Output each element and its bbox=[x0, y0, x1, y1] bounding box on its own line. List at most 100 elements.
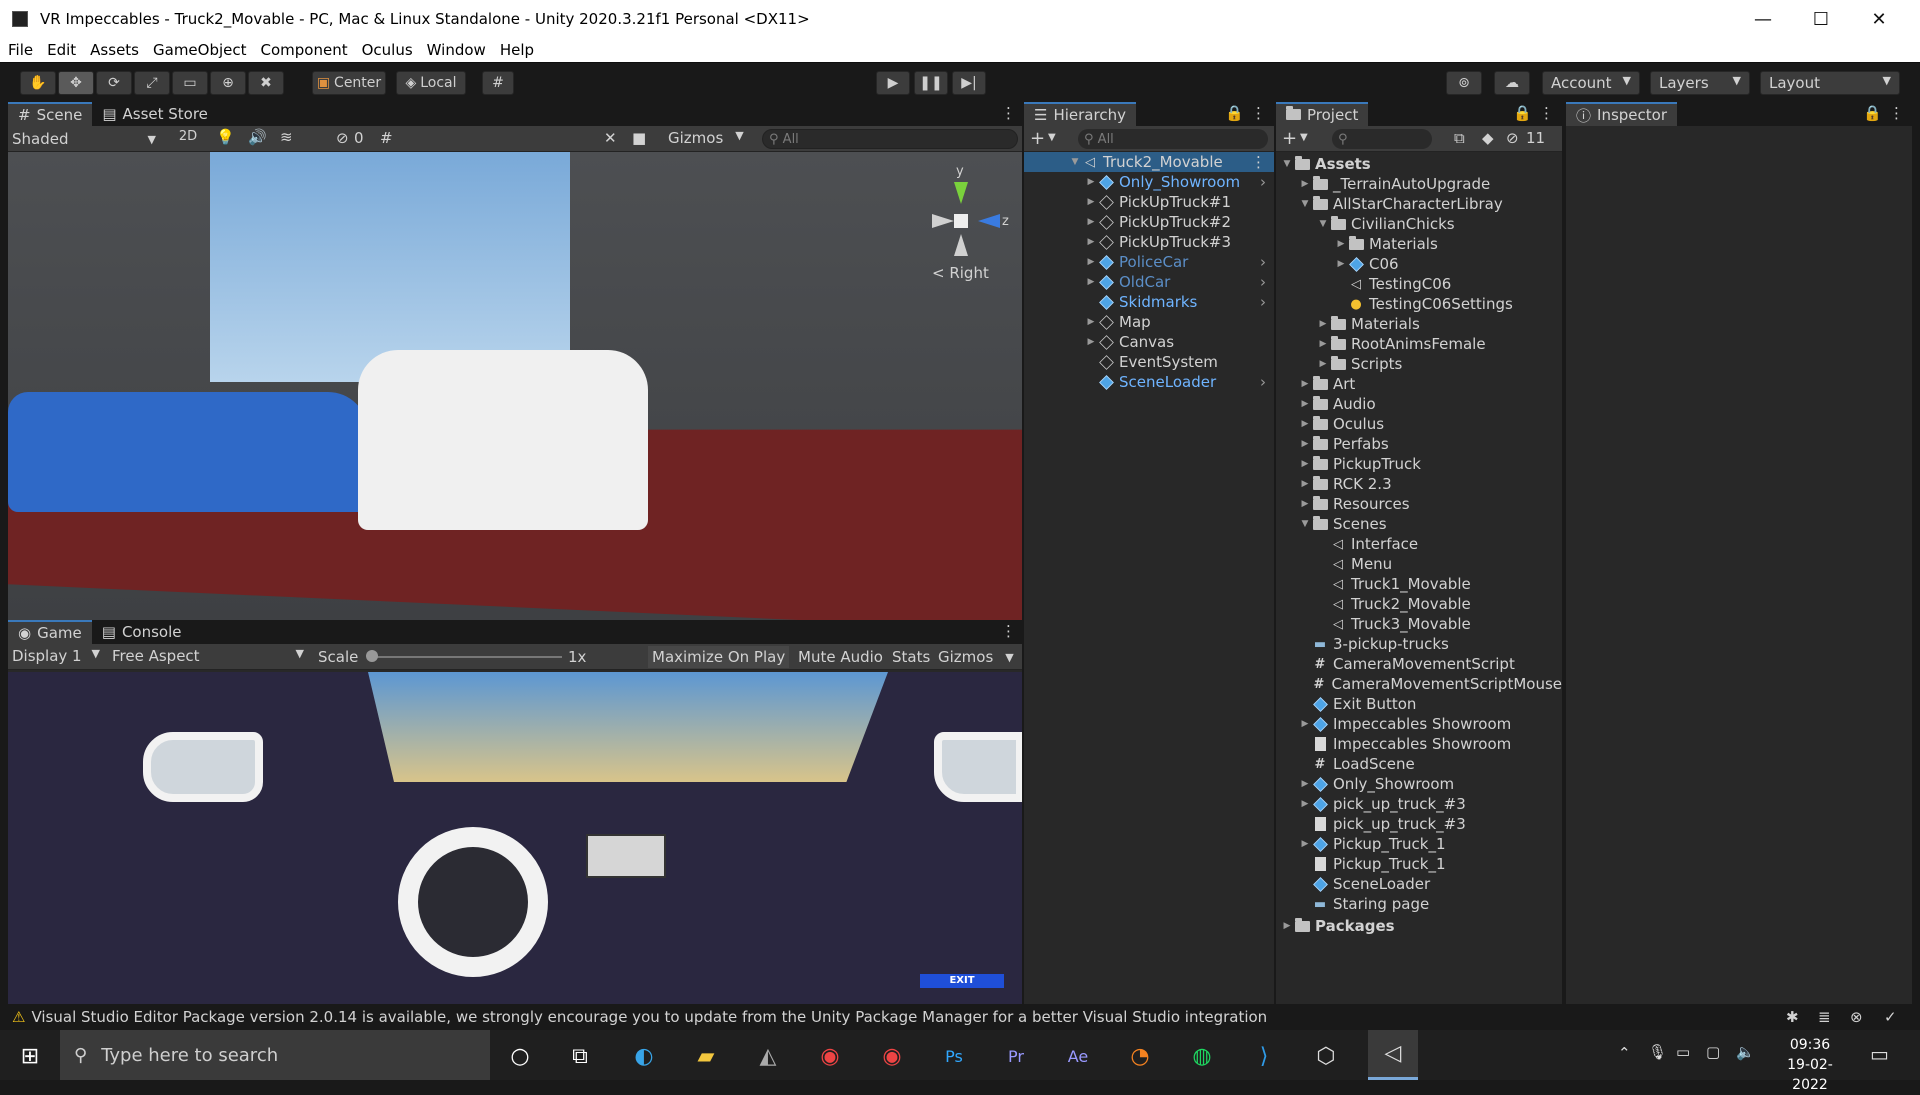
project-item[interactable]: ▶ Oculus bbox=[1276, 414, 1562, 434]
hierarchy-item[interactable]: ▶ PoliceCar › bbox=[1024, 252, 1274, 272]
project-item[interactable]: ▶ RootAnimsFemale bbox=[1276, 334, 1562, 354]
more-icon[interactable]: ⋮ bbox=[1251, 153, 1266, 171]
maximize-button[interactable]: ☐ bbox=[1792, 0, 1850, 38]
orientation-gizmo[interactable]: y z < Right bbox=[928, 164, 1018, 284]
edge-icon[interactable]: ◐ bbox=[624, 1038, 664, 1074]
hierarchy-item[interactable]: ▶ Canvas bbox=[1024, 332, 1274, 352]
project-item[interactable]: ▶ Resources bbox=[1276, 494, 1562, 514]
stats-toggle[interactable]: Stats bbox=[888, 646, 934, 668]
expand-triangle-icon[interactable]: ▶ bbox=[1298, 179, 1312, 189]
grid-snap-button[interactable]: # bbox=[482, 71, 514, 95]
add-icon[interactable]: + bbox=[1282, 128, 1297, 149]
hierarchy-item[interactable]: ▶ OldCar › bbox=[1024, 272, 1274, 292]
project-item[interactable]: ▼ CivilianChicks bbox=[1276, 214, 1562, 234]
scale-slider[interactable] bbox=[366, 650, 562, 662]
expand-triangle-icon[interactable]: ▶ bbox=[1298, 379, 1312, 389]
project-item[interactable]: ▶ pick_up_truck_#3 bbox=[1276, 794, 1562, 814]
game-view[interactable]: EXIT bbox=[8, 672, 1022, 1004]
expand-triangle-icon[interactable]: ▶ bbox=[1084, 177, 1098, 187]
task-view-icon[interactable]: ⧉ bbox=[560, 1038, 600, 1074]
shading-dropdown[interactable]: Shaded ▼ bbox=[12, 129, 160, 149]
custom-tool-button[interactable]: ✖ bbox=[248, 71, 284, 95]
microphone-icon[interactable]: 🎙 bbox=[1648, 1043, 1667, 1061]
chevron-down-icon[interactable]: ▼ bbox=[1048, 132, 1056, 143]
hierarchy-item[interactable]: ▶ Map bbox=[1024, 312, 1274, 332]
expand-triangle-icon[interactable]: ▶ bbox=[1298, 839, 1312, 849]
hand-tool-button[interactable]: ✋ bbox=[20, 71, 56, 95]
chrome-icon[interactable]: ◉ bbox=[810, 1038, 850, 1074]
expand-triangle-icon[interactable]: ▼ bbox=[1068, 157, 1082, 167]
expand-triangle-icon[interactable]: ▶ bbox=[1084, 317, 1098, 327]
step-button[interactable]: ▶| bbox=[952, 71, 986, 95]
project-item[interactable]: SceneLoader bbox=[1276, 874, 1562, 894]
expand-triangle-icon[interactable]: ▶ bbox=[1298, 779, 1312, 789]
menu-edit[interactable]: Edit bbox=[47, 41, 76, 59]
filter-type-icon[interactable]: ⧉ bbox=[1454, 129, 1465, 147]
project-item[interactable]: ▶ Pickup_Truck_1 bbox=[1276, 834, 1562, 854]
windows-start-icon[interactable]: ⊞ bbox=[10, 1038, 50, 1074]
notifications-icon[interactable]: ▭ bbox=[1870, 1042, 1889, 1066]
close-button[interactable]: ✕ bbox=[1850, 0, 1908, 38]
expand-triangle-icon[interactable]: ▼ bbox=[1298, 519, 1312, 529]
tab-scene[interactable]: # Scene bbox=[8, 102, 93, 126]
more-icon[interactable]: ⋮ bbox=[1889, 104, 1904, 122]
effects-icon[interactable]: ≋ bbox=[280, 128, 293, 146]
expand-triangle-icon[interactable]: ▶ bbox=[1298, 719, 1312, 729]
project-item[interactable]: ▶ Only_Showroom bbox=[1276, 774, 1562, 794]
packages-row[interactable]: ▶ Packages bbox=[1276, 916, 1562, 936]
expand-triangle-icon[interactable]: ▶ bbox=[1298, 399, 1312, 409]
hierarchy-item[interactable]: ▶ PickUpTruck#3 bbox=[1024, 232, 1274, 252]
layers-dropdown[interactable]: Layers ▼ bbox=[1650, 71, 1750, 95]
pivot-center-button[interactable]: ▣ Center bbox=[312, 71, 386, 95]
label-icon[interactable]: ◆ bbox=[1482, 129, 1494, 147]
collab-button[interactable]: ⊚ bbox=[1446, 71, 1482, 95]
hierarchy-item[interactable]: SceneLoader › bbox=[1024, 372, 1274, 392]
expand-triangle-icon[interactable]: ▶ bbox=[1084, 217, 1098, 227]
move-tool-button[interactable]: ✥ bbox=[58, 71, 94, 95]
more-icon[interactable]: ⋮ bbox=[1001, 104, 1016, 122]
chevron-right-icon[interactable]: › bbox=[1260, 173, 1266, 191]
lock-icon[interactable]: 🔒 bbox=[1513, 104, 1532, 122]
project-item[interactable]: ▬ Staring page bbox=[1276, 894, 1562, 914]
spotify-icon[interactable]: ◍ bbox=[1182, 1038, 1222, 1074]
layers-stack-icon[interactable]: ≣ bbox=[1818, 1008, 1831, 1026]
more-icon[interactable]: ⋮ bbox=[1001, 622, 1016, 640]
network-icon[interactable]: ▢ bbox=[1706, 1043, 1720, 1061]
add-icon[interactable]: + bbox=[1030, 128, 1045, 149]
pivot-local-button[interactable]: ◈ Local bbox=[396, 71, 466, 95]
tab-project[interactable]: Project bbox=[1276, 102, 1369, 126]
minimize-button[interactable]: — bbox=[1734, 0, 1792, 38]
expand-triangle-icon[interactable]: ▶ bbox=[1316, 339, 1330, 349]
expand-triangle-icon[interactable]: ▶ bbox=[1334, 239, 1348, 249]
expand-triangle-icon[interactable]: ▶ bbox=[1084, 197, 1098, 207]
game-gizmos-dropdown[interactable]: Gizmos ▼ bbox=[938, 646, 1014, 668]
tab-inspector[interactable]: ⓘ Inspector bbox=[1566, 102, 1677, 126]
pause-button[interactable]: ❚❚ bbox=[914, 71, 948, 95]
2d-toggle[interactable]: 2D bbox=[172, 129, 204, 149]
expand-triangle-icon[interactable]: ▶ bbox=[1298, 459, 1312, 469]
tab-asset-store[interactable]: ▤ Asset Store bbox=[92, 102, 218, 126]
project-item[interactable]: Pickup_Truck_1 bbox=[1276, 854, 1562, 874]
menu-oculus[interactable]: Oculus bbox=[362, 41, 413, 59]
gizmos-dropdown[interactable]: Gizmos ▼ bbox=[668, 129, 744, 147]
clock[interactable]: 09:36 19-02-2022 bbox=[1770, 1035, 1850, 1095]
scale-slider-thumb[interactable] bbox=[366, 650, 378, 662]
tools-icon[interactable]: ✕ bbox=[604, 129, 617, 147]
expand-triangle-icon[interactable]: ▶ bbox=[1298, 479, 1312, 489]
project-item[interactable]: ▶ Scripts bbox=[1276, 354, 1562, 374]
expand-triangle-icon[interactable]: ▶ bbox=[1084, 277, 1098, 287]
layout-dropdown[interactable]: Layout ▼ bbox=[1760, 71, 1900, 95]
chrome-profile-icon[interactable]: ◉ bbox=[872, 1038, 912, 1074]
transform-tool-button[interactable]: ⊕ bbox=[210, 71, 246, 95]
project-item[interactable]: ● TestingC06Settings bbox=[1276, 294, 1562, 314]
project-item[interactable]: ◁ Truck3_Movable bbox=[1276, 614, 1562, 634]
menu-component[interactable]: Component bbox=[261, 41, 348, 59]
expand-triangle-icon[interactable]: ▶ bbox=[1084, 337, 1098, 347]
debug-icon[interactable]: ✱ bbox=[1786, 1008, 1799, 1026]
hierarchy-item[interactable]: Skidmarks › bbox=[1024, 292, 1274, 312]
project-item[interactable]: ▶ Materials bbox=[1276, 234, 1562, 254]
project-item[interactable]: pick_up_truck_#3 bbox=[1276, 814, 1562, 834]
play-button[interactable]: ▶ bbox=[876, 71, 910, 95]
expand-triangle-icon[interactable]: ▼ bbox=[1280, 159, 1294, 169]
chevron-right-icon[interactable]: › bbox=[1260, 253, 1266, 271]
